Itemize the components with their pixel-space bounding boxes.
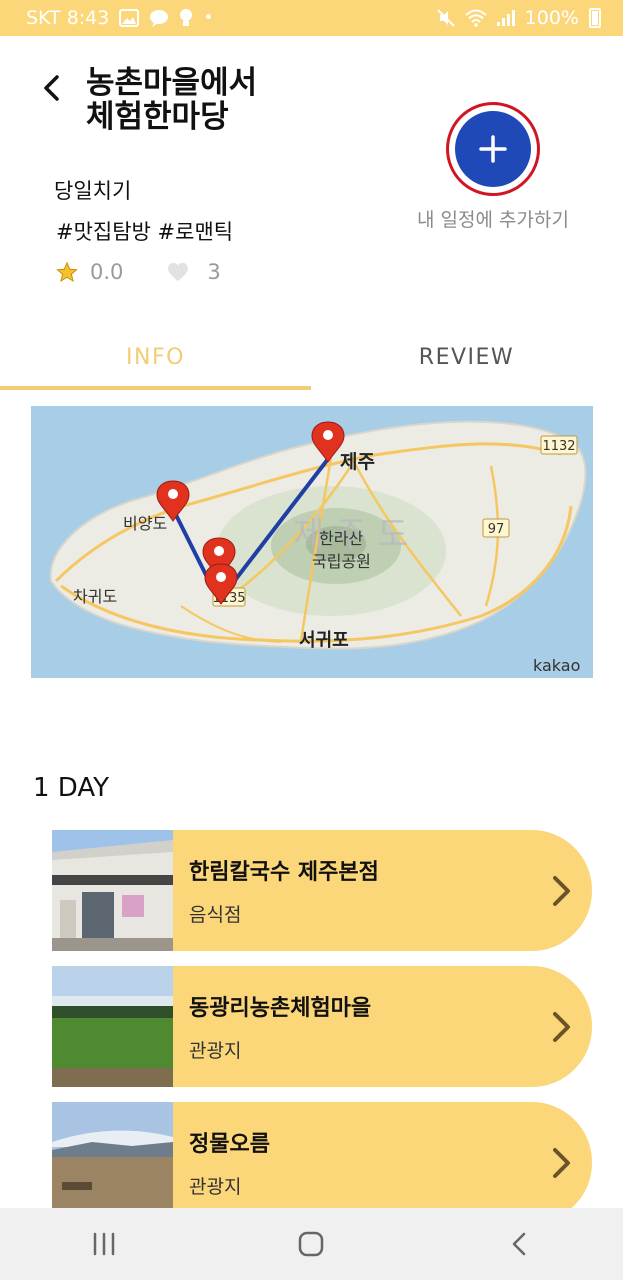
likes-count: 3: [207, 260, 221, 284]
map-label-hallasan: 한라산: [319, 529, 363, 548]
place-category: 관광지: [189, 1040, 242, 1062]
add-schedule-label: 내 일정에 추가하기: [417, 209, 569, 231]
tag-list: #맛집탐방 #로맨틱: [56, 220, 234, 244]
wifi-icon: [465, 9, 487, 27]
chevron-right-icon[interactable]: [550, 1010, 574, 1044]
place-thumbnail: [52, 1102, 173, 1223]
mute-icon: [436, 9, 455, 27]
heart-icon[interactable]: [167, 262, 189, 282]
map-label-biyangdo: 비양도: [123, 514, 167, 533]
add-schedule-highlight: [446, 102, 540, 196]
place-thumbnail: [52, 830, 173, 951]
tab-info[interactable]: INFO: [0, 326, 311, 388]
gallery-icon: [119, 9, 140, 27]
map-label-chagwido: 차귀도: [73, 587, 117, 606]
status-carrier-time: SKT 8:43: [26, 7, 110, 29]
tab-active-indicator: [0, 386, 311, 390]
back-arrow-icon: [44, 75, 59, 101]
signal-icon: [496, 10, 515, 26]
place-card[interactable]: 정물오름 관광지: [52, 1102, 592, 1223]
map-provider-logo: kakao: [533, 656, 580, 675]
place-card[interactable]: 동광리농촌체험마을 관광지: [52, 966, 592, 1087]
place-name: 정물오름: [189, 1132, 270, 1157]
battery-percent: 100%: [524, 7, 579, 29]
tab-bar: INFO REVIEW: [0, 326, 623, 392]
bulb-icon: [180, 9, 193, 26]
stats-row: 0.0 3: [56, 260, 221, 284]
add-schedule-button[interactable]: [455, 111, 531, 187]
home-icon: [299, 1231, 324, 1257]
place-thumbnail: [52, 966, 173, 1087]
battery-icon: [589, 8, 601, 28]
place-name: 한림칼국수 제주본점: [189, 860, 379, 885]
road-badge-1132: 1132: [542, 439, 575, 454]
place-category: 관광지: [189, 1176, 242, 1198]
road-badge-97: 97: [488, 522, 505, 537]
map-label-national-park: 국립공원: [312, 552, 371, 571]
plus-icon: [479, 135, 507, 163]
place-card[interactable]: 한림칼국수 제주본점 음식점: [52, 830, 592, 951]
place-category: 음식점: [189, 904, 242, 926]
day-title: 1 DAY: [33, 773, 110, 803]
chevron-right-icon[interactable]: [550, 1146, 574, 1180]
home-button[interactable]: [281, 1219, 341, 1269]
chat-icon: [150, 10, 169, 27]
recent-apps-button[interactable]: [74, 1219, 134, 1269]
page-title: 농촌마을에서 체험한마당: [86, 65, 258, 135]
status-bar: SKT 8:43 • 100%: [0, 0, 623, 36]
system-nav-bar: [0, 1208, 623, 1280]
back-nav-icon: [512, 1232, 526, 1256]
dot-icon: •: [203, 7, 214, 28]
rating-value: 0.0: [90, 260, 124, 284]
system-back-button[interactable]: [489, 1219, 549, 1269]
recent-apps-icon: [93, 1232, 115, 1256]
tab-review[interactable]: REVIEW: [311, 326, 622, 388]
map-canvas: 1132 97 1135 제주 비양도 차귀도 서귀포 제 주 도 한라산 국립…: [31, 406, 593, 678]
screen: SKT 8:43 • 100% 농촌마을에서 체험한마당 내 일정에 추가하기 …: [0, 0, 623, 1280]
place-name: 동광리농촌체험마을: [189, 996, 372, 1021]
trip-type: 당일치기: [54, 179, 132, 203]
chevron-right-icon[interactable]: [550, 874, 574, 908]
star-icon: [56, 261, 78, 282]
map-label-seogwipo: 서귀포: [299, 630, 349, 651]
map-label-jeju: 제주: [340, 451, 375, 473]
back-button[interactable]: [34, 68, 68, 108]
route-map[interactable]: 1132 97 1135 제주 비양도 차귀도 서귀포 제 주 도 한라산 국립…: [31, 406, 593, 678]
